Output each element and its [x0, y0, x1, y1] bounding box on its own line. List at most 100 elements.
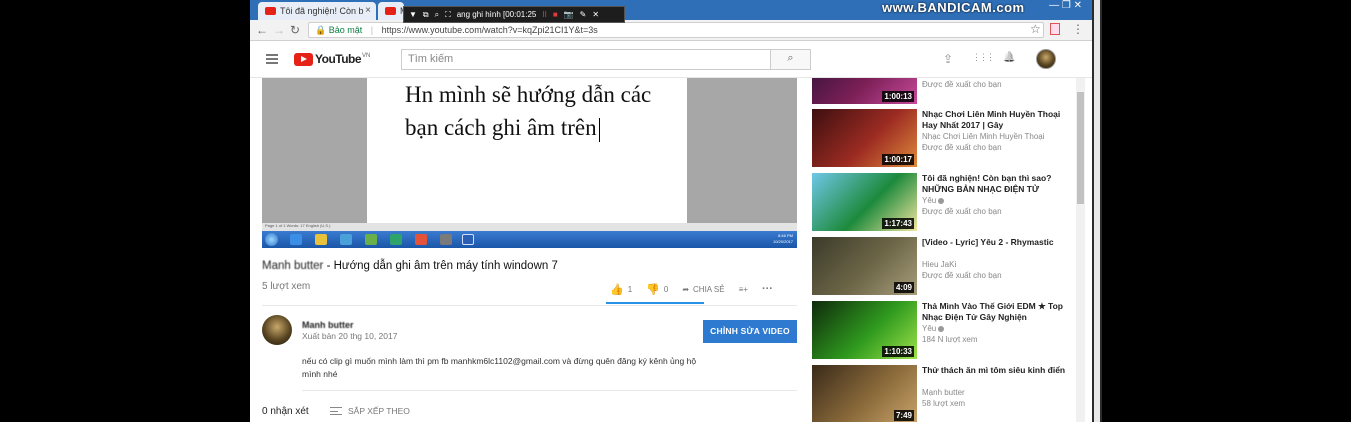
like-ratio-bar — [606, 302, 704, 304]
window-controls[interactable]: — ❐ ✕ — [1049, 0, 1082, 11]
video-duration: 1:10:33 — [882, 346, 914, 357]
pen-icon[interactable]: ✎ — [580, 10, 587, 19]
recommended-title[interactable]: [Video - Lyric] Yêu 2 - Rhymastic — [922, 237, 1072, 248]
reload-icon[interactable]: ↻ — [290, 23, 300, 37]
recommended-video[interactable]: 1:00:13Nhạc Chơi Liên QuânĐược đề xuất c… — [812, 78, 1074, 106]
recommended-title[interactable]: Nhạc Chơi Liên Minh Huyền Thoại Hay Nhất… — [922, 109, 1072, 130]
more-icon: ··· — [761, 283, 773, 295]
ie-icon — [290, 234, 302, 245]
stop-icon[interactable]: ■ — [553, 10, 558, 19]
recommended-meta: 58 lượt xem — [922, 399, 966, 408]
verified-icon — [938, 325, 945, 332]
recommended-video[interactable]: 4:09 [Video - Lyric] Yêu 2 - Rhymastic Hie… — [812, 237, 1074, 297]
search-button[interactable]: ⌕ — [770, 49, 811, 70]
recommended-channel[interactable]: Yêu — [922, 324, 945, 333]
youtube-logo-text: YouTube — [315, 52, 362, 66]
select-area-icon[interactable]: ⛶ — [445, 10, 451, 20]
account-avatar[interactable] — [1036, 49, 1056, 69]
video-duration: 1:00:13 — [882, 91, 914, 102]
extension-icon[interactable] — [1050, 23, 1060, 35]
share-label: CHIA SẺ — [693, 284, 725, 294]
media-player-icon — [340, 234, 352, 245]
camera-icon[interactable]: 📷 — [564, 10, 574, 19]
video-duration: 7:49 — [893, 410, 914, 421]
recorder-toolbar: ▼ ⧉ ⌕ ⛶ ang ghi hình [00:01:25 II ■ 📷 ✎ … — [403, 6, 625, 23]
video-player[interactable]: Hn mình sẽ hướng dẫn các bạn cách ghi âm… — [262, 78, 797, 248]
tab-strip: Tôi đã nghiện! Còn b × M www.BANDICAM.co… — [250, 0, 1092, 20]
explorer-icon — [315, 234, 327, 245]
recommended-channel[interactable]: Yêu — [922, 196, 945, 205]
chrome-icon — [415, 234, 427, 245]
star-icon[interactable]: ☆ — [1030, 22, 1041, 36]
recommended-channel[interactable]: Nhạc Chơi Liên Minh Huyền Thoại — [922, 132, 1045, 141]
hamburger-menu-icon[interactable] — [266, 54, 278, 64]
close-icon[interactable]: ✕ — [592, 10, 599, 19]
forward-icon[interactable]: → — [273, 23, 285, 37]
video-thumbnail[interactable]: 7:49 — [812, 365, 917, 422]
more-button[interactable]: ··· — [762, 283, 773, 295]
recommended-video[interactable]: 1:00:17 Nhạc Chơi Liên Minh Huyền Thoại H… — [812, 109, 1074, 169]
youtube-logo[interactable]: YouTube VN — [294, 52, 370, 66]
browser-window: Tôi đã nghiện! Còn b × M www.BANDICAM.co… — [250, 0, 1092, 422]
url-input[interactable]: 🔒 Bảo mật | https://www.youtube.com/watc… — [308, 22, 1044, 38]
apps-icon[interactable]: ⋮⋮⋮ — [972, 52, 995, 63]
video-thumbnail[interactable]: 1:17:43 — [812, 173, 917, 231]
scrollbar-thumb[interactable] — [1077, 92, 1084, 204]
like-button[interactable]: 👍 1 — [610, 283, 632, 296]
recommended-video[interactable]: 1:10:33 Thả Mình Vào Thế Giới EDM ★ Top N… — [812, 301, 1074, 361]
video-thumbnail[interactable]: 1:00:13 — [812, 78, 917, 104]
divider — [302, 390, 797, 391]
recommended-video[interactable]: 1:17:43 Tôi đã nghiện! Còn bạn thì sao? N… — [812, 173, 1074, 233]
search-icon[interactable]: ⌕ — [435, 10, 439, 20]
page-scrollbar[interactable] — [1076, 78, 1085, 422]
back-icon[interactable]: ← — [256, 23, 268, 37]
comment-count: 0 nhận xét — [262, 406, 309, 417]
browser-menu-icon[interactable]: ⋮ — [1072, 22, 1084, 36]
search-input[interactable]: Tìm kiếm — [401, 49, 771, 70]
publish-date: Xuất bản 20 thg 10, 2017 — [302, 331, 398, 341]
recommended-meta: Được đề xuất cho bạn — [922, 143, 1002, 152]
share-button[interactable]: ➦ CHIA SẺ — [682, 285, 724, 294]
window-icon[interactable]: ⧉ — [423, 10, 429, 20]
verified-icon — [938, 197, 945, 204]
recommended-meta: Được đề xuất cho bạn — [922, 271, 1002, 280]
add-to-playlist-button[interactable]: ≡+ — [739, 285, 748, 294]
sort-button[interactable]: SẮP XẾP THEO — [330, 406, 410, 416]
video-thumbnail[interactable]: 1:00:17 — [812, 109, 917, 167]
recommended-channel[interactable]: Mạnh butter — [922, 388, 965, 397]
tab-video-2[interactable]: M — [378, 2, 404, 20]
lock-icon: 🔒 — [315, 25, 327, 35]
video-description: nếu có clip gì muốn mình làm thì pm fb m… — [302, 356, 697, 379]
dropdown-icon[interactable]: ▼ — [409, 10, 417, 19]
search-icon: ⌕ — [787, 52, 794, 64]
bell-icon[interactable]: 🔔 — [1003, 52, 1015, 63]
dislike-button[interactable]: 👎 0 — [646, 283, 668, 296]
youtube-play-icon — [294, 52, 313, 66]
recommended-video[interactable]: 7:49 Thử thách ăn mì tôm siêu kinh điển Mạ… — [812, 365, 1074, 422]
video-thumbnail[interactable]: 1:10:33 — [812, 301, 917, 359]
recommended-title[interactable]: Thả Mình Vào Thế Giới EDM ★ Top Nhạc Điệ… — [922, 301, 1072, 322]
recommended-title[interactable]: Tôi đã nghiện! Còn bạn thì sao? NHỮNG BẢ… — [922, 173, 1072, 194]
channel-avatar[interactable] — [262, 315, 292, 345]
video-title: Manh butter - Hướng dẫn ghi âm trên máy … — [262, 260, 558, 272]
video-duration: 1:17:43 — [882, 218, 914, 229]
recommendations-sidebar: 1:00:13Nhạc Chơi Liên QuânĐược đề xuất c… — [812, 78, 1074, 422]
upload-icon[interactable]: ⇪ — [943, 52, 953, 66]
view-count: 5 lượt xem — [262, 281, 311, 292]
pause-icon[interactable]: II — [542, 10, 546, 19]
like-count: 1 — [627, 284, 633, 294]
video-thumbnail[interactable]: 4:09 — [812, 237, 917, 295]
channel-name[interactable]: Manh butter — [302, 320, 354, 330]
text-cursor — [598, 117, 600, 142]
tab-video-1[interactable]: Tôi đã nghiện! Còn b × — [258, 2, 376, 20]
close-tab-icon[interactable]: × — [365, 5, 371, 16]
recommended-title[interactable]: Thử thách ăn mì tôm siêu kinh điển — [922, 365, 1072, 376]
word-document-page: Hn mình sẽ hướng dẫn các bạn cách ghi âm… — [367, 78, 687, 223]
thumbs-up-icon: 👍 — [610, 283, 624, 296]
playlist-add-icon: ≡+ — [738, 284, 748, 294]
recommended-channel[interactable]: Hieu JaKi — [922, 260, 956, 269]
youtube-region: VN — [362, 53, 371, 59]
edit-video-button[interactable]: CHỈNH SỬA VIDEO — [703, 320, 797, 343]
video-actions: 👍 1 👎 0 ➦ CHIA SẺ ≡+ ··· — [610, 281, 787, 297]
video-duration: 1:00:17 — [882, 154, 914, 165]
